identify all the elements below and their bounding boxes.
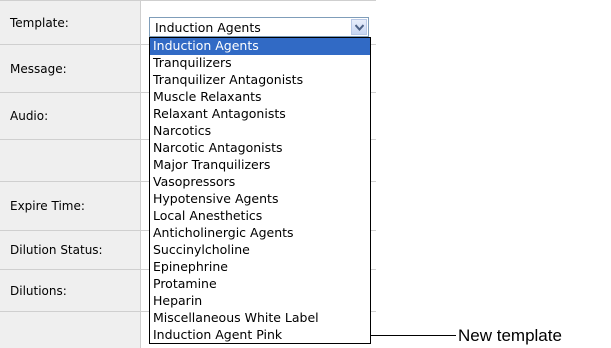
dropdown-option[interactable]: Hypotensive Agents <box>150 191 370 208</box>
dropdown-option[interactable]: Vasopressors <box>150 174 370 191</box>
dropdown-option[interactable]: Tranquilizer Antagonists <box>150 72 370 89</box>
dropdown-option[interactable]: Narcotic Antagonists <box>150 140 370 157</box>
dropdown-option[interactable]: Succinylcholine <box>150 242 370 259</box>
label-cell <box>0 312 141 348</box>
dropdown-option[interactable]: Heparin <box>150 293 370 310</box>
dropdown-option[interactable]: Induction Agent Pink <box>150 327 370 343</box>
dropdown-option[interactable]: Induction Agents <box>150 38 370 55</box>
chevron-down-icon <box>355 24 364 31</box>
label-cell <box>0 140 141 181</box>
dropdown-option[interactable]: Muscle Relaxants <box>150 89 370 106</box>
dropdown-option[interactable]: Narcotics <box>150 123 370 140</box>
label-cell: Audio: <box>0 93 141 139</box>
template-dropdown-list: Induction Agents Tranquilizers Tranquili… <box>149 37 371 344</box>
template-select[interactable]: Induction Agents <box>149 17 369 37</box>
label-cell: Message: <box>0 45 141 92</box>
template-label: Template: <box>10 15 69 30</box>
dropdown-option[interactable]: Tranquilizers <box>150 55 370 72</box>
annotation-leader-line <box>370 335 456 336</box>
message-label: Message: <box>10 61 67 76</box>
expire-time-label: Expire Time: <box>10 199 85 213</box>
dropdown-arrow-button[interactable] <box>351 19 367 35</box>
label-cell: Dilution Status: <box>0 231 141 269</box>
dropdown-option[interactable]: Anticholinergic Agents <box>150 225 370 242</box>
dropdown-option[interactable]: Epinephrine <box>150 259 370 276</box>
dropdown-option[interactable]: Relaxant Antagonists <box>150 106 370 123</box>
dropdown-option[interactable]: Protamine <box>150 276 370 293</box>
label-cell: Expire Time: <box>0 182 141 230</box>
label-cell: Dilutions: <box>0 270 141 311</box>
annotation-label: New template <box>458 326 562 345</box>
dropdown-option[interactable]: Major Tranquilizers <box>150 157 370 174</box>
template-select-value: Induction Agents <box>155 20 261 35</box>
audio-label: Audio: <box>10 109 49 123</box>
dropdown-option[interactable]: Miscellaneous White Label <box>150 310 370 327</box>
dropdown-option[interactable]: Local Anesthetics <box>150 208 370 225</box>
label-cell: Template: <box>0 1 141 44</box>
dilution-status-label: Dilution Status: <box>10 243 103 257</box>
dilutions-label: Dilutions: <box>10 283 67 298</box>
